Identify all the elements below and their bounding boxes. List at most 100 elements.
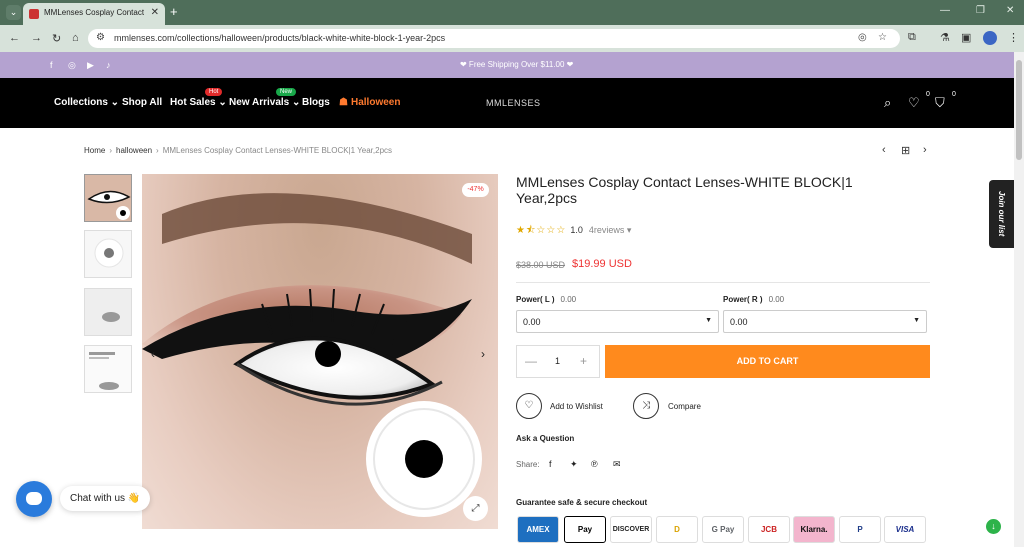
reviews-link[interactable]: 4reviews ▾ (589, 225, 632, 235)
breadcrumb-home[interactable]: Home (84, 146, 105, 155)
site-info-icon[interactable]: ⚙ (96, 32, 105, 43)
chat-launcher-button[interactable] (16, 481, 52, 517)
email-share-icon[interactable]: ✉ (613, 459, 621, 470)
youtube-icon[interactable]: ▶ (87, 60, 94, 71)
profile-avatar-icon[interactable] (983, 31, 997, 45)
thumbnail-1[interactable] (84, 174, 132, 222)
announcement-text: ❤ Free Shipping Over $11.00 ❤ (460, 60, 574, 69)
power-left-label: Power( L ) 0.00 (516, 295, 576, 304)
pinterest-share-icon[interactable]: ℗ (591, 459, 598, 469)
product-main-image[interactable] (142, 174, 498, 529)
nav-halloween[interactable]: Halloween (351, 97, 400, 108)
new-tab-icon[interactable]: + (170, 4, 178, 19)
wishlist-count: 0 (926, 91, 930, 98)
rating-row[interactable]: ★⯪☆☆☆ 1.0 4reviews ▾ (516, 223, 631, 240)
scroll-thumb[interactable] (1016, 60, 1022, 160)
add-to-cart-button[interactable]: ADD TO CART (605, 345, 930, 378)
chat-with-us-label[interactable]: Chat with us 👋 (60, 486, 151, 511)
nav-blogs[interactable]: Blogs (302, 97, 330, 108)
extensions-icon[interactable]: ⧉ (908, 31, 916, 44)
wishlist-heart-icon[interactable]: ♡ (516, 393, 542, 419)
sidebar-icon[interactable]: ▣ (961, 31, 971, 44)
original-price: $38.00 USD (516, 260, 566, 270)
minimize-icon[interactable]: — (940, 5, 950, 16)
facebook-icon[interactable]: f (50, 60, 53, 70)
twitter-share-icon[interactable]: ✦ (570, 459, 578, 470)
next-product-icon[interactable]: › (923, 144, 927, 156)
compare-icon[interactable]: ⤨ (633, 393, 659, 419)
browser-tab[interactable]: MMLenses Cosplay Contact Len ✕ (23, 3, 165, 25)
nav-shop-all[interactable]: Shop All (122, 97, 162, 108)
cart-icon[interactable]: ⛉ (935, 95, 945, 111)
breadcrumb-category[interactable]: halloween (116, 146, 152, 155)
eye-off-icon[interactable]: ◎ (858, 32, 867, 43)
image-next-icon[interactable]: › (481, 347, 485, 361)
restore-icon[interactable]: ❐ (976, 5, 985, 16)
grid-icon[interactable]: ⊞ (901, 144, 910, 157)
qty-input[interactable]: 1 (555, 356, 560, 366)
home-icon[interactable]: ⌂ (72, 32, 79, 44)
new-badge: New (276, 88, 297, 96)
facebook-share-icon[interactable]: f (549, 459, 552, 469)
rating-value: 1.0 (570, 225, 583, 235)
lens-thumbnail-image (85, 231, 131, 277)
download-icon[interactable]: ↓ (986, 519, 1001, 534)
jcb-icon: JCB (748, 516, 790, 543)
thumbnail-3[interactable] (84, 288, 132, 336)
url-bar[interactable]: ⚙ mmlenses.com/collections/halloween/pro… (88, 29, 900, 48)
reload-icon[interactable]: ↻ (52, 32, 61, 45)
forward-icon[interactable]: → (31, 32, 42, 44)
instagram-icon[interactable]: ◎ (68, 60, 76, 71)
announcement-bar: f ◎ ▶ ♪ ❤ Free Shipping Over $11.00 ❤ (0, 52, 1014, 78)
lab-icon[interactable]: ⚗ (940, 31, 950, 44)
compare-link[interactable]: Compare (668, 402, 701, 411)
close-window-icon[interactable]: ✕ (1006, 5, 1014, 16)
lens-side-thumbnail-image (85, 289, 131, 335)
paypal-icon: P (839, 516, 881, 543)
power-right-selected: 0.00 (730, 317, 748, 327)
power-left-select[interactable]: 0.00 ▼ (516, 310, 719, 333)
dogecoin-icon: D (656, 516, 698, 543)
join-list-tab[interactable]: Join our list (989, 180, 1014, 248)
thumbnail-4[interactable] (84, 345, 132, 393)
breadcrumb: Home › halloween › MMLenses Cosplay Contact … (84, 146, 392, 155)
discount-badge: -47% (462, 183, 489, 197)
page-scrollbar[interactable] (1014, 52, 1024, 547)
apple-pay-icon: Pay (564, 516, 606, 543)
image-prev-icon[interactable]: ‹ (151, 347, 155, 361)
tab-search-icon[interactable]: ⌄ (6, 5, 21, 20)
tiktok-icon[interactable]: ♪ (106, 60, 111, 70)
bookmark-star-icon[interactable]: ☆ (878, 32, 887, 43)
add-to-wishlist-link[interactable]: Add to Wishlist (550, 402, 603, 411)
sale-price: $19.99 USD (572, 258, 632, 270)
thumbnail-2[interactable] (84, 230, 132, 278)
share-label: Share: (516, 460, 540, 469)
qty-plus-button[interactable]: + (580, 354, 587, 368)
favicon-icon (29, 9, 39, 19)
eye-thumbnail-image (85, 175, 131, 221)
qty-minus-button[interactable]: — (525, 354, 537, 368)
power-right-select[interactable]: 0.00 ▼ (723, 310, 927, 333)
ask-question-link[interactable]: Ask a Question (516, 434, 574, 443)
brand-logo[interactable]: MMLENSES (486, 98, 541, 108)
tab-close-icon[interactable]: ✕ (151, 7, 159, 18)
prev-product-icon[interactable]: ‹ (882, 144, 886, 156)
zoom-expand-icon[interactable]: ⤢ (463, 496, 488, 521)
nav-new-arrivals[interactable]: New Arrivals ⌄ (229, 97, 300, 108)
url-text[interactable]: mmlenses.com/collections/halloween/produ… (114, 33, 445, 43)
divider (516, 282, 930, 283)
nav-collections[interactable]: Collections ⌄ (54, 97, 119, 108)
wishlist-heart-icon[interactable]: ♡ (908, 95, 920, 111)
power-right-label: Power( R ) 0.00 (723, 295, 784, 304)
chevron-down-icon: ▼ (913, 317, 920, 324)
chevron-down-icon: ▼ (705, 317, 712, 324)
nav-hot-sales[interactable]: Hot Sales ⌄ (170, 97, 227, 108)
site-header: Collections ⌄ Shop All Hot Sales ⌄ Hot N… (0, 78, 1014, 128)
power-left-selected: 0.00 (523, 317, 541, 327)
more-menu-icon[interactable]: ⋮ (1008, 31, 1019, 44)
visa-icon: VISA (884, 516, 926, 543)
guarantee-heading: Guarantee safe & secure checkout (516, 498, 648, 507)
eye-closeup-illustration (142, 193, 482, 517)
back-icon[interactable]: ← (9, 32, 20, 44)
search-icon[interactable]: ⌕ (884, 95, 891, 111)
